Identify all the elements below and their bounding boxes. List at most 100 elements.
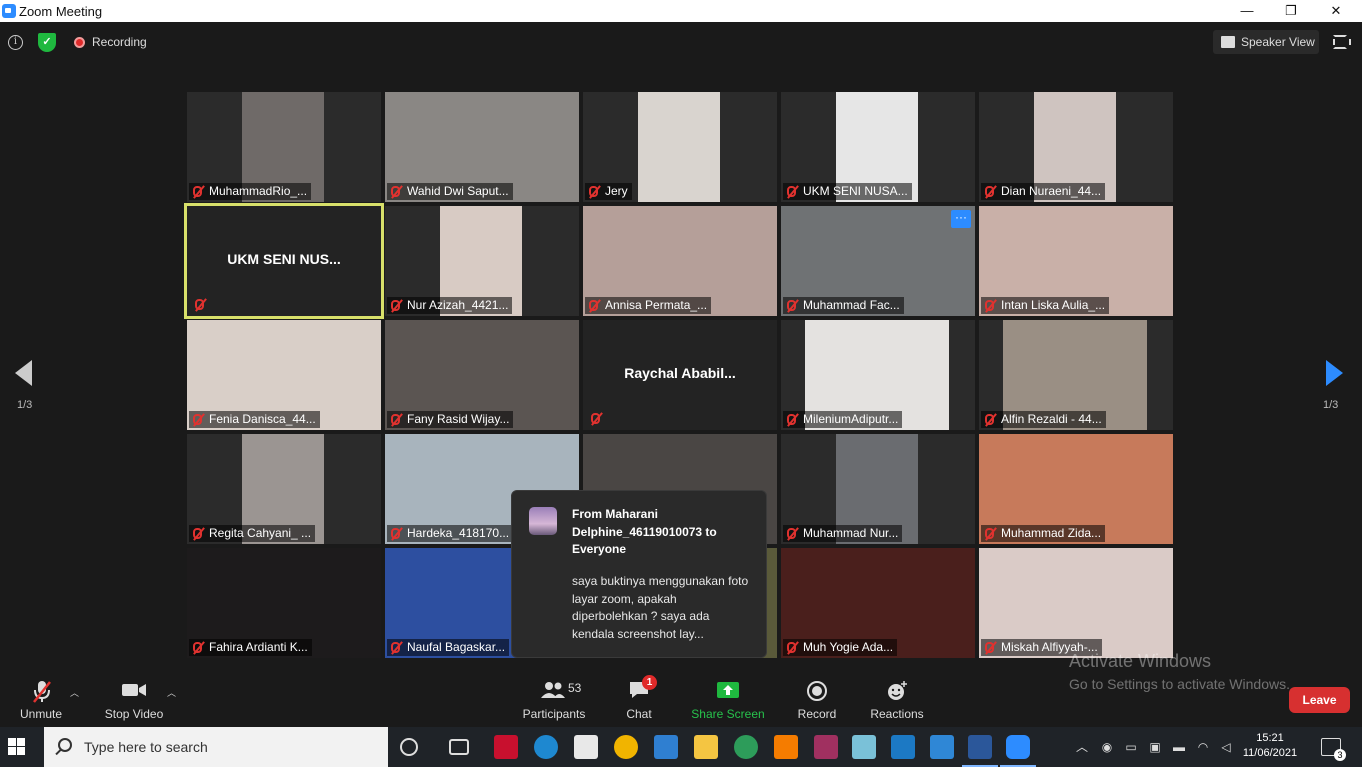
winrar-icon[interactable]: [814, 735, 838, 759]
record-label: Record: [797, 707, 837, 721]
share-screen-label: Share Screen: [691, 707, 765, 721]
participant-name-label: Dian Nuraeni_44...: [981, 183, 1106, 200]
muted-mic-icon: [985, 414, 994, 425]
info-icon[interactable]: i: [8, 35, 23, 50]
participant-tile[interactable]: Fahira Ardianti K...: [187, 548, 381, 658]
tray-chevron-up-icon[interactable]: ︿: [1074, 739, 1090, 755]
fullscreen-icon[interactable]: [1333, 35, 1351, 49]
participant-name-label: Fany Rasid Wijay...: [387, 411, 514, 428]
video-options-chevron-up-icon[interactable]: ︿: [167, 686, 176, 699]
minimize-button[interactable]: —: [1224, 0, 1270, 22]
meeting-topbar: i ✓ Recording Speaker View: [0, 22, 1362, 62]
tray-wifi-icon[interactable]: ◠: [1195, 739, 1211, 755]
taskbar-search-box[interactable]: Type here to search: [44, 727, 388, 767]
participant-tile[interactable]: Miskah Alfiyyah-...: [979, 548, 1173, 658]
participant-tile[interactable]: Jery: [583, 92, 777, 202]
participant-name-label: MileniumAdiputr...: [783, 411, 903, 428]
muted-mic-icon: [391, 300, 400, 311]
mail-app-icon[interactable]: [654, 735, 678, 759]
xampp-icon[interactable]: [774, 735, 798, 759]
participant-name: Naufal Bagaskar...: [407, 640, 506, 654]
next-page-arrow-icon[interactable]: [1326, 360, 1343, 386]
chat-notification-popup[interactable]: From Maharani Delphine_46119010073 to Ev…: [511, 490, 767, 658]
page-indicator-left: 1/3: [17, 399, 33, 411]
maximize-button[interactable]: ❐: [1268, 0, 1314, 22]
participant-name-label: Naufal Bagaskar...: [387, 639, 510, 656]
tray-network-icon[interactable]: ▭: [1123, 739, 1139, 755]
mendeley-app-icon[interactable]: [494, 735, 518, 759]
participant-tile[interactable]: ··· Muhammad Fac...: [781, 206, 975, 316]
tray-battery-icon[interactable]: ▬: [1171, 739, 1187, 755]
muted-mic-icon: [985, 642, 994, 653]
window-titlebar: Zoom Meeting — ❐ ✕: [0, 0, 1362, 22]
participant-name-label: Fahira Ardianti K...: [189, 639, 312, 656]
activate-windows-subtitle: Go to Settings to activate Windows.: [1069, 676, 1290, 692]
word-app-icon[interactable]: [962, 735, 998, 767]
cortana-icon[interactable]: [400, 738, 418, 756]
tray-volume-icon[interactable]: ◁: [1218, 739, 1234, 755]
chat-label: Chat: [626, 707, 652, 721]
muted-mic-icon: [33, 681, 51, 703]
file-explorer-icon[interactable]: [694, 735, 718, 759]
chrome-browser-icon[interactable]: [614, 735, 638, 759]
unmute-label: Unmute: [19, 707, 63, 721]
vscode-icon[interactable]: [891, 735, 915, 759]
taskbar-clock[interactable]: 15:21 11/06/2021: [1240, 731, 1300, 761]
participant-tile[interactable]: Fany Rasid Wijay...: [385, 320, 579, 430]
muted-mic-icon: [985, 300, 994, 311]
participant-name: UKM SENI NUS...: [227, 251, 341, 267]
participant-name-label: Wahid Dwi Saput...: [387, 183, 513, 200]
participant-tile[interactable]: Wahid Dwi Saput...: [385, 92, 579, 202]
participant-name-label: UKM SENI NUSA...: [783, 183, 912, 200]
participant-tile[interactable]: Regita Cahyani_ ...: [187, 434, 381, 544]
participant-name: Muhammad Zida...: [1001, 526, 1102, 540]
windows-start-icon[interactable]: [8, 738, 28, 756]
participant-tile[interactable]: Annisa Permata_...: [583, 206, 777, 316]
more-options-icon[interactable]: ···: [951, 210, 971, 228]
notification-center-icon[interactable]: 3: [1321, 738, 1346, 761]
participant-tile[interactable]: Muh Yogie Ada...: [781, 548, 975, 658]
microsoft-store-icon[interactable]: [574, 735, 598, 759]
windows-taskbar: Type here to search ︿ ◉ ▭ ▣ ▬ ◠ ◁ 15:21 …: [0, 727, 1362, 767]
notepad-icon[interactable]: [852, 735, 876, 759]
participant-tile[interactable]: Nur Azizah_4421...: [385, 206, 579, 316]
participant-tile[interactable]: UKM SENI NUS...: [184, 203, 384, 319]
chat-unread-badge: 1: [642, 675, 657, 690]
close-button[interactable]: ✕: [1313, 0, 1359, 22]
participant-tile[interactable]: MileniumAdiputr...: [781, 320, 975, 430]
edge-browser-icon[interactable]: [534, 735, 558, 759]
security-shield-icon[interactable]: ✓: [38, 33, 56, 52]
task-view-icon[interactable]: [449, 739, 469, 755]
participant-tile[interactable]: Fenia Danisca_44...: [187, 320, 381, 430]
participant-tile[interactable]: Dian Nuraeni_44...: [979, 92, 1173, 202]
recording-dot-icon: [74, 37, 85, 48]
photos-app-icon[interactable]: [930, 735, 954, 759]
participant-name-label: Muhammad Fac...: [783, 297, 904, 314]
internet-download-icon[interactable]: [734, 735, 758, 759]
participant-tile[interactable]: Muhammad Zida...: [979, 434, 1173, 544]
participant-name: Jery: [605, 184, 628, 198]
tray-security-icon[interactable]: ▣: [1147, 739, 1163, 755]
participant-name: Wahid Dwi Saput...: [407, 184, 509, 198]
chat-sender: From Maharani Delphine_46119010073 to Ev…: [572, 507, 717, 556]
participant-tile[interactable]: Raychal Ababil...: [583, 320, 777, 430]
audio-options-chevron-up-icon[interactable]: ︿: [70, 686, 79, 699]
participant-name: Hardeka_418170...: [407, 526, 510, 540]
participant-name: Muhammad Nur...: [803, 526, 899, 540]
participant-name-label: Jery: [585, 183, 632, 200]
participant-tile[interactable]: MuhammadRio_...: [187, 92, 381, 202]
speaker-view-button[interactable]: Speaker View: [1213, 30, 1319, 54]
participant-tile[interactable]: Alfin Rezaldi - 44...: [979, 320, 1173, 430]
video-camera-icon: [122, 684, 146, 696]
muted-mic-icon: [195, 299, 204, 310]
participant-tile[interactable]: Muhammad Nur...: [781, 434, 975, 544]
zoom-logo-icon: [2, 4, 16, 18]
tray-webcam-icon[interactable]: ◉: [1099, 739, 1115, 755]
zoom-app-icon[interactable]: [1000, 735, 1036, 767]
muted-mic-icon: [589, 300, 598, 311]
participant-tile[interactable]: Intan Liska Aulia_...: [979, 206, 1173, 316]
previous-page-arrow-icon[interactable]: [15, 360, 32, 386]
participant-tile[interactable]: UKM SENI NUSA...: [781, 92, 975, 202]
leave-button[interactable]: Leave: [1289, 687, 1350, 713]
muted-mic-icon: [193, 528, 202, 539]
